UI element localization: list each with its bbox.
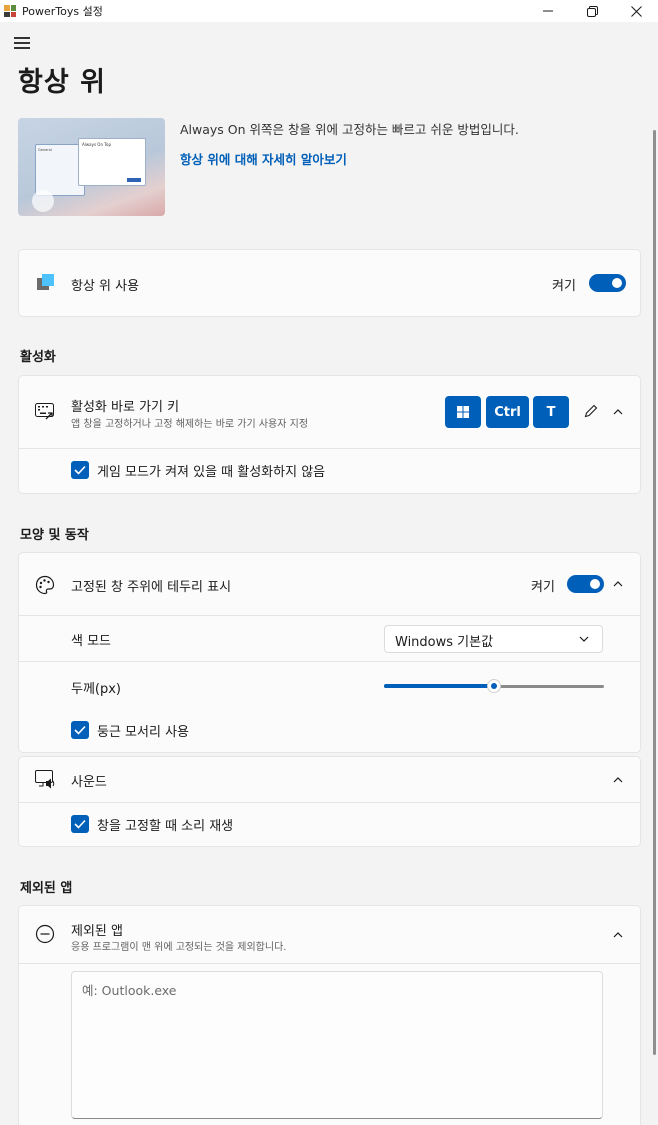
t-key: T	[533, 396, 569, 428]
edit-pencil-icon[interactable]	[584, 404, 598, 418]
windows-key	[445, 396, 481, 428]
title-bar: PowerToys 설정	[0, 0, 658, 22]
rounded-corners-checkbox[interactable]	[71, 721, 89, 739]
keyboard-shortcut-icon	[35, 403, 54, 420]
play-sound-checkbox[interactable]	[71, 815, 89, 833]
excluded-label: 제외된 앱	[71, 924, 123, 939]
checkmark-icon	[74, 465, 86, 475]
excluded-apps-placeholder: 예: Outlook.exe	[82, 983, 177, 998]
close-icon	[630, 5, 642, 17]
enable-card: 항상 위 사용 켜기	[18, 249, 641, 317]
page-title: 항상 위	[18, 67, 106, 98]
excluded-section-title: 제외된 앱	[20, 881, 73, 896]
border-label: 고정된 창 주위에 테두리 표시	[71, 580, 232, 595]
excluded-card: 제외된 앱 응용 프로그램이 맨 위에 고정되는 것을 제외합니다. 예: Ou…	[18, 905, 641, 1125]
hero-image: Always On Top General	[18, 118, 165, 216]
excluded-collapse-chevron-icon[interactable]	[610, 927, 626, 943]
restore-icon	[586, 5, 598, 17]
shortcut-label: 활성화 바로 가기 키	[71, 400, 180, 415]
slider-thumb[interactable]	[487, 679, 501, 693]
sound-icon	[35, 770, 55, 789]
hero-thumb-sidebar-item: General	[38, 148, 52, 152]
scrollbar[interactable]	[653, 130, 656, 1055]
shortcut-description: 앱 창을 고정하거나 고정 해제하는 바로 가기 사용자 지정	[71, 419, 309, 430]
checkmark-icon	[74, 725, 86, 735]
close-button[interactable]	[614, 0, 658, 22]
activation-section-title: 활성화	[20, 350, 56, 365]
color-mode-label: 색 모드	[71, 634, 112, 649]
color-mode-select[interactable]: Windows 기본값	[384, 625, 603, 653]
minimize-button[interactable]	[526, 0, 570, 22]
palette-icon	[35, 575, 55, 595]
learn-more-link[interactable]: 항상 위에 대해 자세히 알아보기	[180, 149, 347, 168]
minimize-icon	[543, 10, 553, 12]
collapse-chevron-up-icon[interactable]	[610, 404, 626, 420]
border-toggle[interactable]	[567, 575, 604, 593]
ctrl-key: Ctrl	[486, 396, 529, 428]
minus-circle-icon	[35, 924, 55, 944]
checkmark-icon	[74, 819, 86, 829]
activation-card: 활성화 바로 가기 키 앱 창을 고정하거나 고정 해제하는 바로 가기 사용자…	[18, 375, 641, 494]
thickness-slider[interactable]	[384, 676, 604, 696]
game-mode-checkbox[interactable]	[71, 461, 89, 479]
border-card: 고정된 창 주위에 테두리 표시 켜기	[18, 552, 641, 616]
border-settings-card: 색 모드 Windows 기본값 두께(px) 둥근 모서리 사용	[18, 616, 641, 753]
hero-thumb-title: Always On Top	[82, 142, 111, 147]
page-description: Always On 위쪽은 창을 위에 고정하는 빠르고 쉬운 방법입니다.	[180, 122, 519, 137]
restore-button[interactable]	[570, 0, 614, 22]
powertoys-logo-icon	[4, 5, 16, 17]
sound-card: 사운드 창을 고정할 때 소리 재생	[18, 756, 641, 847]
menu-button[interactable]	[14, 37, 30, 49]
appearance-section-title: 모양 및 동작	[20, 528, 89, 543]
thickness-label: 두께(px)	[71, 682, 122, 697]
excluded-description: 응용 프로그램이 맨 위에 고정되는 것을 제외합니다.	[71, 942, 287, 953]
enable-state-label: 켜기	[552, 279, 576, 294]
sound-collapse-chevron-icon[interactable]	[610, 772, 626, 788]
rounded-corners-label: 둥근 모서리 사용	[97, 725, 189, 740]
excluded-apps-textarea[interactable]: 예: Outlook.exe	[71, 971, 603, 1119]
enable-toggle[interactable]	[589, 274, 626, 292]
always-on-top-icon	[37, 274, 54, 290]
border-collapse-chevron-icon[interactable]	[610, 576, 626, 592]
sound-label: 사운드	[71, 775, 107, 790]
enable-label: 항상 위 사용	[71, 279, 140, 294]
border-state-label: 켜기	[531, 580, 555, 595]
game-mode-label: 게임 모드가 켜져 있을 때 활성화하지 않음	[97, 465, 326, 480]
color-mode-value: Windows 기본값	[395, 635, 494, 650]
windows-logo-icon	[457, 406, 469, 418]
chevron-down-icon	[579, 636, 589, 642]
hamburger-menu-icon	[14, 37, 30, 39]
play-sound-label: 창을 고정할 때 소리 재생	[97, 819, 234, 834]
window-title: PowerToys 설정	[22, 5, 103, 18]
